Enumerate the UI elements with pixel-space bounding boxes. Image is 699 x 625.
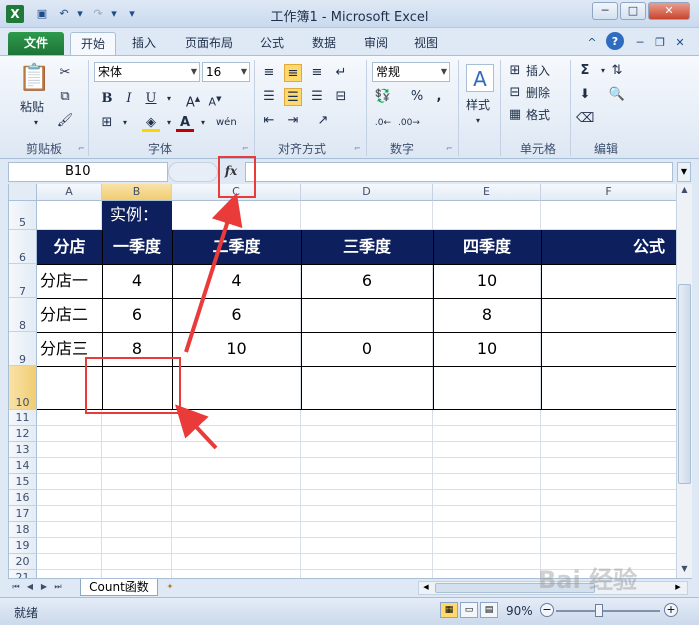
arrow-to-cell-icon xyxy=(175,404,218,450)
arrow-to-fx-icon xyxy=(184,192,243,353)
watermark-logo: Bai 经验 xyxy=(538,566,638,594)
annotation-arrows xyxy=(175,192,243,450)
